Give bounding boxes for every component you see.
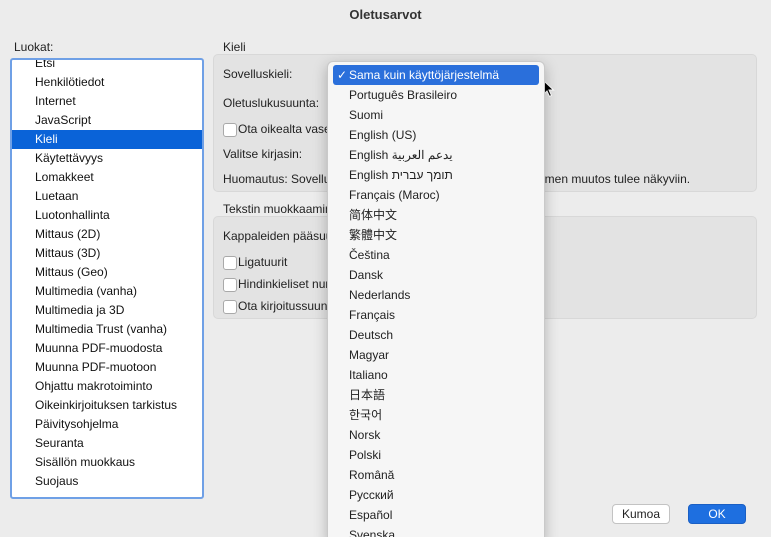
language-option-label: Magyar (349, 348, 390, 362)
category-item[interactable]: Seuranta (12, 434, 202, 453)
note-text: Huomautus: Sovellu (223, 172, 331, 186)
category-item[interactable]: Etsi (12, 60, 202, 73)
hindi-digits-checkbox[interactable] (223, 278, 237, 292)
language-option[interactable]: Français (Maroc) (333, 185, 539, 205)
language-option-label: Svenska (349, 528, 396, 537)
language-option[interactable]: 한국어 (333, 405, 539, 425)
language-option-label: 简体中文 (349, 208, 398, 222)
language-option-label: Čeština (349, 248, 390, 262)
language-option[interactable]: Dansk (333, 265, 539, 285)
ligatures-checkbox[interactable] (223, 256, 237, 270)
default-reading-direction-label: Oletuslukusuunta: (223, 96, 320, 110)
category-item[interactable]: Oikeinkirjoituksen tarkistus (12, 396, 202, 415)
language-option-label: Français (349, 308, 396, 322)
category-item[interactable]: Henkilötiedot (12, 73, 202, 92)
app-language-label: Sovelluskieli: (223, 67, 293, 81)
language-option-label: Français (Maroc) (349, 188, 440, 202)
cancel-button[interactable]: Kumoa (612, 504, 670, 524)
language-option[interactable]: Русский (333, 485, 539, 505)
language-option-label: Русский (349, 488, 394, 502)
paragraph-direction-label: Kappaleiden pääsuu (223, 229, 333, 243)
language-option-label: 한국어 (349, 408, 383, 422)
language-option-label: English תומך עברית (349, 168, 453, 182)
language-option[interactable]: ✓ Sama kuin käyttöjärjestelmä (333, 65, 539, 85)
language-option[interactable]: 简体中文 (333, 205, 539, 225)
language-option-label: Português Brasileiro (349, 88, 458, 102)
ok-button[interactable]: OK (688, 504, 746, 524)
language-option[interactable]: Italiano (333, 365, 539, 385)
category-item[interactable]: Luetaan (12, 187, 202, 206)
category-item[interactable]: Muunna PDF-muodosta (12, 339, 202, 358)
categories-label: Luokat: (14, 40, 54, 54)
category-item[interactable]: Lomakkeet (12, 168, 202, 187)
category-item[interactable]: Sisällön muokkaus (12, 453, 202, 472)
language-option-label: Deutsch (349, 328, 394, 342)
category-item[interactable]: JavaScript (12, 111, 202, 130)
note-text-suffix: imen muutos tulee näkyviin. (542, 172, 691, 186)
category-item[interactable]: Multimedia ja 3D (12, 301, 202, 320)
rtl-checkbox[interactable] (223, 123, 237, 137)
language-option[interactable]: Suomi (333, 105, 539, 125)
language-option-label: English يدعم العربية (349, 148, 453, 162)
language-option-label: Italiano (349, 368, 388, 382)
language-option-label: Norsk (349, 428, 381, 442)
spellcheck-direction-checkbox[interactable] (223, 300, 237, 314)
language-option[interactable]: Português Brasileiro (333, 85, 539, 105)
category-item[interactable]: Luotonhallinta (12, 206, 202, 225)
language-option[interactable]: 繁體中文 (333, 225, 539, 245)
ligatures-checkbox-label: Ligatuurit (238, 255, 288, 269)
category-item[interactable]: Mittaus (3D) (12, 244, 202, 263)
language-option[interactable]: English يدعم العربية (333, 145, 539, 165)
category-item[interactable]: Multimedia Trust (vanha) (12, 320, 202, 339)
category-item[interactable]: Internet (12, 92, 202, 111)
language-option-label: Dansk (349, 268, 384, 282)
category-item[interactable]: Mittaus (Geo) (12, 263, 202, 282)
window-title: Oletusarvot (349, 7, 422, 22)
category-item[interactable]: Käytettävyys (12, 149, 202, 168)
language-option[interactable]: Magyar (333, 345, 539, 365)
rtl-checkbox-label: Ota oikealta vase (238, 122, 331, 136)
language-option[interactable]: Français (333, 305, 539, 325)
choose-font-label: Valitse kirjasin: (223, 147, 303, 161)
language-option[interactable]: Norsk (333, 425, 539, 445)
language-option[interactable]: English תומך עברית (333, 165, 539, 185)
language-option[interactable]: 日本語 (333, 385, 539, 405)
text-editing-section-title: Tekstin muokkaamin (223, 202, 332, 216)
language-option-label: Suomi (349, 108, 384, 122)
language-option[interactable]: Svenska (333, 525, 539, 537)
categories-list[interactable]: Etsi Henkilötiedot Internet JavaScript Kieli… (10, 58, 204, 499)
language-section-title: Kieli (223, 40, 246, 54)
checkmark-icon: ✓ (337, 68, 348, 82)
language-option-label: 繁體中文 (349, 228, 398, 242)
category-item[interactable]: Päivitysohjelma (12, 415, 202, 434)
app-language-dropdown-menu[interactable]: ✓ Sama kuin käyttöjärjestelmä Português Br… (327, 61, 545, 537)
language-option[interactable]: English (US) (333, 125, 539, 145)
language-option-label: English (US) (349, 128, 417, 142)
language-option[interactable]: Polski (333, 445, 539, 465)
language-option-label: Nederlands (349, 288, 411, 302)
language-option[interactable]: Español (333, 505, 539, 525)
category-item[interactable]: Suojaus (12, 472, 202, 491)
language-option[interactable]: Nederlands (333, 285, 539, 305)
category-item[interactable]: Muunna PDF-muotoon (12, 358, 202, 377)
language-option-label: 日本語 (349, 388, 386, 402)
spellcheck-direction-checkbox-label: Ota kirjoitussuun (238, 299, 328, 313)
language-option-label: Sama kuin käyttöjärjestelmä (349, 68, 500, 82)
category-item[interactable]: Kieli (12, 130, 202, 149)
category-item[interactable]: Mittaus (2D) (12, 225, 202, 244)
hindi-digits-checkbox-label: Hindinkieliset nur (238, 277, 330, 291)
preferences-window: Oletusarvot Luokat: Etsi Henkilötiedot Int… (0, 0, 771, 537)
language-option[interactable]: Deutsch (333, 325, 539, 345)
language-option[interactable]: Čeština (333, 245, 539, 265)
category-item[interactable]: Ohjattu makrotoiminto (12, 377, 202, 396)
language-option[interactable]: Română (333, 465, 539, 485)
category-item[interactable]: Multimedia (vanha) (12, 282, 202, 301)
language-option-label: Română (349, 468, 395, 482)
language-option-label: Polski (349, 448, 382, 462)
language-option-label: Español (349, 508, 393, 522)
